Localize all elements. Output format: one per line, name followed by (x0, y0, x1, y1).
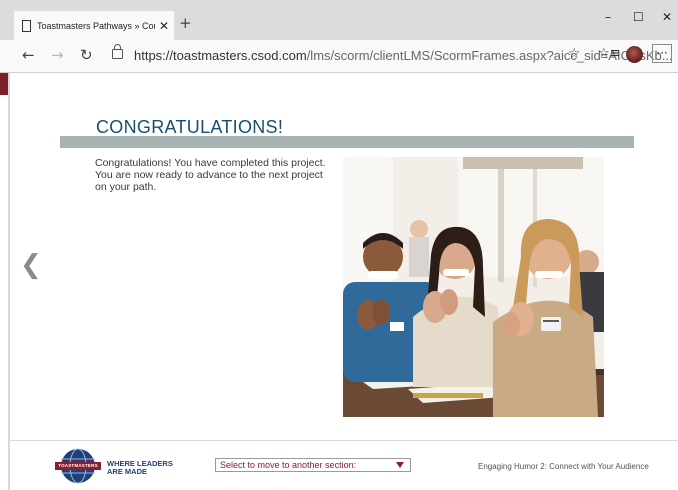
message-line-1: Congratulations! You have completed this… (95, 157, 326, 169)
url-host: https://toastmasters.csod.com (134, 48, 307, 63)
section-select[interactable]: Select to move to another section: (215, 458, 411, 472)
section-select-value: Select to move to another section: (220, 460, 357, 470)
refresh-icon[interactable]: ↻ (80, 46, 93, 64)
forward-icon[interactable]: → (51, 46, 64, 64)
new-tab-button[interactable]: + (179, 14, 192, 32)
address-bar[interactable]: https://toastmasters.csod.com/lms/scorm/… (134, 48, 673, 63)
more-menu-button[interactable]: ··· (652, 44, 672, 63)
favorite-star-icon[interactable]: ☆ (568, 46, 581, 62)
maximize-icon[interactable]: ☐ (633, 10, 644, 24)
close-window-icon[interactable]: ✕ (662, 10, 672, 24)
profile-avatar[interactable] (626, 46, 643, 63)
lock-icon[interactable] (112, 44, 123, 59)
page-icon (22, 19, 31, 32)
frame-accent (0, 73, 8, 95)
browser-tab[interactable]: Toastmasters Pathways » Connec ✕ (14, 11, 174, 40)
course-title: Engaging Humor 2: Connect with Your Audi… (478, 462, 649, 471)
tab-close-icon[interactable]: ✕ (159, 19, 169, 33)
message-line-3: on your path. (95, 181, 157, 193)
toastmasters-logo: TOASTMASTERS (55, 448, 101, 484)
completion-message: Congratulations! You have completed this… (95, 157, 335, 193)
audience-photo (343, 157, 604, 417)
logo-text: TOASTMASTERS (58, 463, 98, 468)
title-rule (60, 136, 634, 148)
minimize-icon[interactable]: – (605, 10, 611, 24)
page-title: CONGRATULATIONS! (96, 117, 284, 137)
dropdown-arrow-icon[interactable] (396, 462, 404, 468)
footer-divider (10, 440, 678, 441)
back-icon[interactable]: ← (22, 46, 35, 64)
audience-illustration (343, 157, 604, 417)
tagline-line-2: ARE MADE (107, 467, 148, 476)
browser-nav-bar: ← → ↻ https://toastmasters.csod.com/lms/… (0, 40, 678, 73)
favorites-icon[interactable]: ☆≡ (598, 46, 621, 61)
message-line-2: You are now ready to advance to the next… (95, 169, 323, 181)
tagline: WHERE LEADERS ARE MADE (107, 460, 173, 476)
browser-tab-strip: Toastmasters Pathways » Connec ✕ + – ☐ ✕ (0, 0, 678, 40)
previous-slide-button[interactable]: ❮ (20, 250, 42, 280)
tab-title: Toastmasters Pathways » Connec (37, 20, 155, 31)
